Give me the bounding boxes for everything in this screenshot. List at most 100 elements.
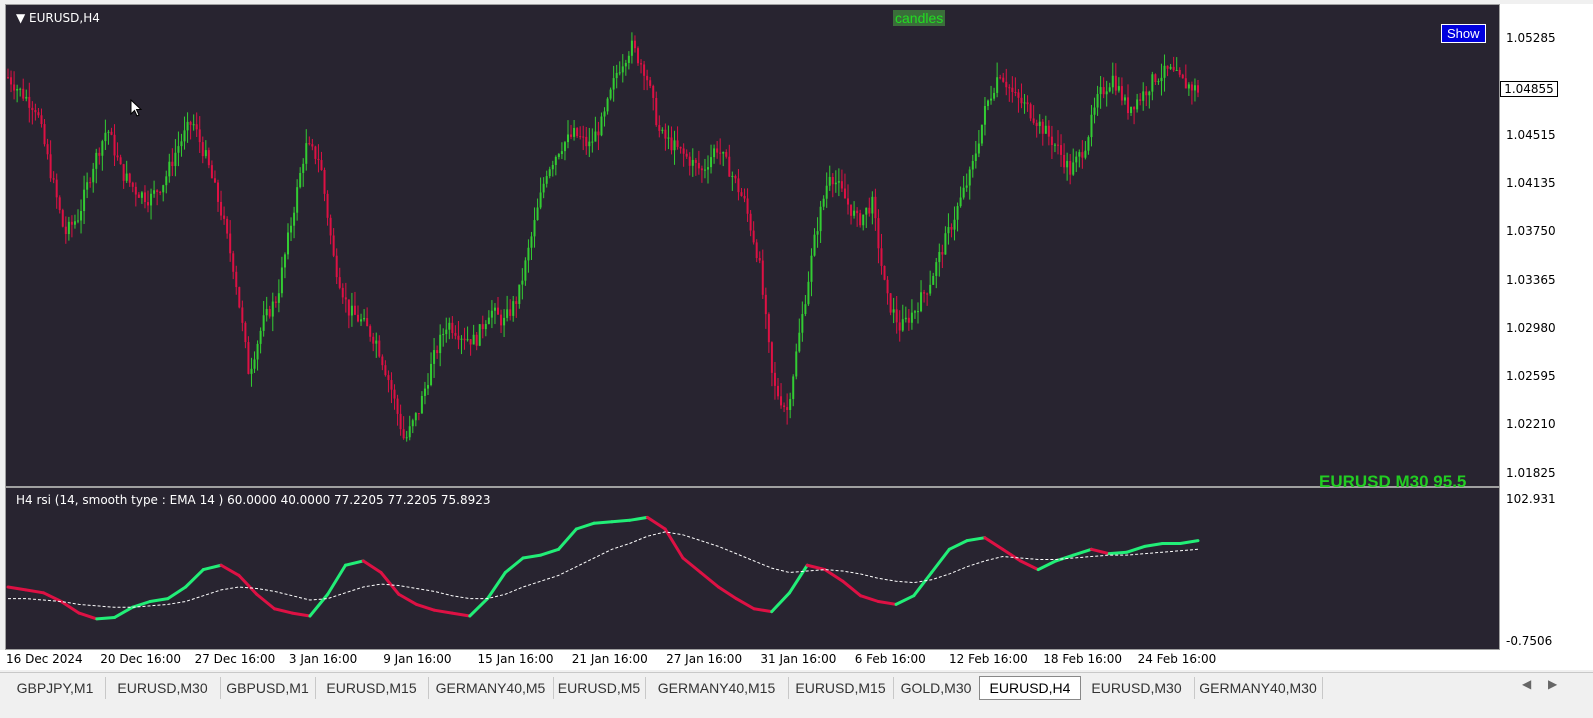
price-tick: 1.02595 xyxy=(1506,369,1556,384)
chart-tab[interactable]: GERMANY40,M15 xyxy=(645,677,789,699)
candle xyxy=(347,299,350,329)
candle xyxy=(509,299,512,321)
rsi-tick-top: 102.931 xyxy=(1506,492,1556,506)
scroll-right-icon[interactable]: ▶ xyxy=(1548,677,1557,691)
candle xyxy=(834,170,837,193)
time-tick: 15 Jan 16:00 xyxy=(477,652,554,666)
candle xyxy=(302,158,305,187)
rsi-line-segment xyxy=(716,585,738,601)
chart-tab[interactable]: GERMANY40,M5 xyxy=(428,677,554,699)
chart-tab[interactable]: GERMANY40,M30 xyxy=(1194,677,1323,699)
candle xyxy=(107,129,110,145)
candle xyxy=(320,151,323,171)
rsi-line-segment xyxy=(592,520,614,525)
candle xyxy=(198,116,201,154)
chart-tab[interactable]: GOLD,M30 xyxy=(893,677,980,699)
candle xyxy=(889,293,892,316)
candle xyxy=(140,191,143,204)
candle xyxy=(280,256,283,298)
chart-tab[interactable]: EURUSD,M5 xyxy=(553,677,646,699)
chart-tab[interactable]: GBPJPY,M1 xyxy=(5,677,106,699)
rsi-line-segment xyxy=(503,556,525,574)
candle xyxy=(1114,63,1117,96)
candle xyxy=(104,119,107,150)
candle xyxy=(990,85,993,105)
candle xyxy=(229,220,232,262)
candle xyxy=(840,169,843,193)
candle xyxy=(703,158,706,179)
candle xyxy=(783,402,786,413)
candle xyxy=(977,130,980,158)
candle xyxy=(557,152,560,160)
candle xyxy=(856,207,859,227)
chart-tab[interactable]: EURUSD,M15 xyxy=(315,677,429,699)
candle xyxy=(1163,54,1166,92)
rsi-line-segment xyxy=(841,579,863,598)
candle xyxy=(34,103,37,121)
candle xyxy=(886,276,889,305)
candle xyxy=(7,68,9,80)
candle xyxy=(1181,73,1184,79)
show-button[interactable]: Show xyxy=(1441,24,1486,43)
candle xyxy=(673,130,676,165)
candle xyxy=(1136,93,1139,113)
chart-window[interactable]: ▼ EURUSD,H4 candles Show EURUSD M30 95.5… xyxy=(5,4,1501,651)
rsi-line-segment xyxy=(219,563,241,577)
candle xyxy=(226,216,229,239)
candle xyxy=(287,223,289,260)
rsi-line-segment xyxy=(557,527,578,551)
candle xyxy=(761,249,764,299)
candle xyxy=(944,226,947,255)
candle xyxy=(423,381,426,405)
candle xyxy=(436,345,439,359)
rsi-line-segment xyxy=(201,563,223,572)
symbol-timeframe-label[interactable]: ▼ EURUSD,H4 xyxy=(16,11,100,25)
candle xyxy=(1175,57,1178,71)
candle xyxy=(344,282,347,313)
candle xyxy=(420,391,423,414)
candle xyxy=(913,309,916,319)
time-tick: 12 Feb 16:00 xyxy=(949,652,1028,666)
chart-tab[interactable]: EURUSD,M30 xyxy=(1079,677,1195,699)
time-tick: 20 Dec 16:00 xyxy=(100,652,181,666)
time-axis[interactable]: 16 Dec 2024 20 Dec 16:00 27 Dec 16:00 3 Jan… xyxy=(0,650,1593,670)
candle xyxy=(563,140,566,161)
candle xyxy=(317,144,320,173)
candle xyxy=(652,84,655,111)
candle xyxy=(201,136,204,164)
candle xyxy=(247,336,250,375)
candle xyxy=(80,199,83,234)
candle xyxy=(484,320,487,337)
candle xyxy=(600,112,603,137)
scroll-left-icon[interactable]: ◀ xyxy=(1522,677,1531,691)
candle xyxy=(207,147,210,169)
candle xyxy=(478,323,481,347)
candle xyxy=(633,35,636,53)
chart-tab[interactable]: EURUSD,H4 xyxy=(979,676,1081,700)
candle xyxy=(670,126,673,155)
candle xyxy=(372,332,375,352)
rsi-line-segment xyxy=(42,591,63,603)
candle xyxy=(880,233,883,275)
candle xyxy=(244,321,247,349)
candle xyxy=(1123,94,1126,105)
candle xyxy=(996,62,999,98)
candle xyxy=(1151,71,1154,101)
price-chart-canvas[interactable] xyxy=(6,5,1501,651)
price-axis[interactable]: 1.052851.049001.045151.041351.037501.033… xyxy=(1500,4,1593,650)
candle xyxy=(378,335,381,358)
candle xyxy=(743,188,746,203)
candle xyxy=(1157,78,1160,85)
candle xyxy=(417,413,420,421)
chart-tab[interactable]: EURUSD,M30 xyxy=(105,677,221,699)
candle xyxy=(22,78,25,101)
current-price-label: 1.04855 xyxy=(1500,81,1558,97)
candle xyxy=(86,172,89,199)
candle xyxy=(904,306,907,323)
candle xyxy=(414,412,417,427)
chart-tab[interactable]: GBPUSD,M1 xyxy=(220,677,316,699)
chart-tab[interactable]: EURUSD,M15 xyxy=(788,677,894,699)
rsi-line-segment xyxy=(805,563,827,572)
rsi-line-segment xyxy=(645,515,667,531)
candle xyxy=(962,176,965,200)
